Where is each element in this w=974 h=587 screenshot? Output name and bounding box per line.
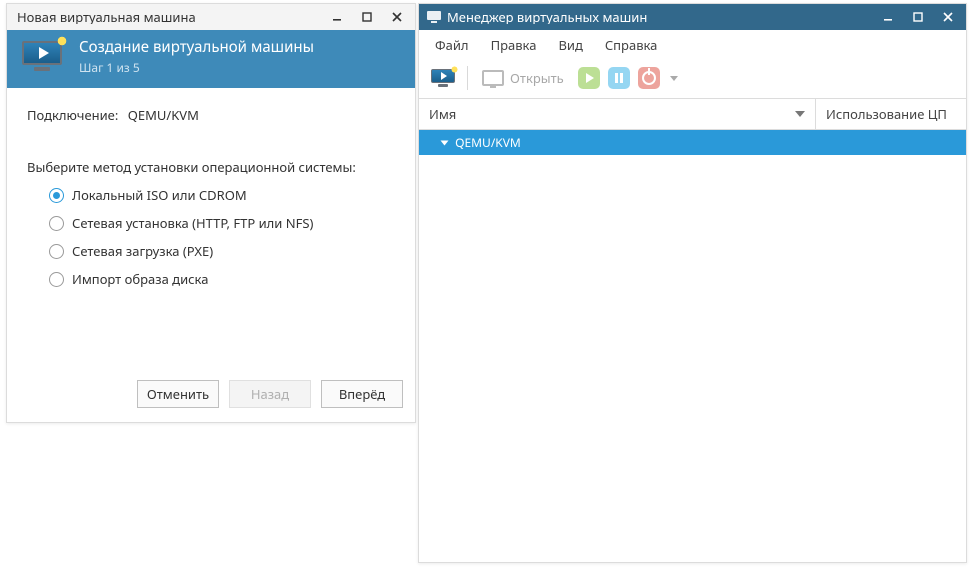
close-button[interactable] <box>383 7 411 27</box>
menu-file[interactable]: Файл <box>425 34 479 56</box>
new-vm-button[interactable] <box>427 64 459 92</box>
play-icon <box>578 67 600 89</box>
wizard-footer: Отменить Назад Вперёд <box>7 370 415 422</box>
radio-label: Сетевая установка (HTTP, FTP или NFS) <box>72 214 313 232</box>
wizard-window-title: Новая виртуальная машина <box>13 11 323 24</box>
radio-label: Сетевая загрузка (PXE) <box>72 242 213 260</box>
maximize-button[interactable] <box>904 7 932 27</box>
toolbar-separator <box>467 66 468 90</box>
forward-button-label: Вперёд <box>339 385 385 403</box>
column-cpu-label: Использование ЦП <box>826 105 947 123</box>
connection-row-qemu[interactable]: QEMU/KVM <box>419 130 966 155</box>
column-name-label: Имя <box>429 105 456 123</box>
manager-window-controls <box>874 7 962 27</box>
pause-icon <box>608 67 630 89</box>
shutdown-vm-button <box>638 64 660 92</box>
install-method-prompt: Выберите метод установки операционной си… <box>27 158 395 176</box>
install-method-radio-group: Локальный ISO или CDROM Сетевая установк… <box>27 186 395 288</box>
manager-titlebar[interactable]: Менеджер виртуальных машин <box>419 4 966 30</box>
menu-view[interactable]: Вид <box>548 34 592 56</box>
minimize-button[interactable] <box>874 7 902 27</box>
run-vm-button <box>578 64 600 92</box>
wizard-body: Подключение: QEMU/KVM Выберите метод уст… <box>7 88 415 370</box>
open-label: Открыть <box>510 69 564 87</box>
pause-vm-button <box>608 64 630 92</box>
column-header-cpu[interactable]: Использование ЦП <box>816 99 966 129</box>
radio-indicator <box>49 188 64 203</box>
menu-edit[interactable]: Правка <box>481 34 547 56</box>
monitor-off-icon <box>482 70 504 86</box>
shutdown-menu-button <box>668 64 678 92</box>
manager-toolbar: Открыть <box>419 60 966 98</box>
radio-local-iso[interactable]: Локальный ISO или CDROM <box>49 186 395 204</box>
back-button-label: Назад <box>251 385 289 403</box>
sort-indicator-icon <box>795 111 805 117</box>
virt-manager-window: Менеджер виртуальных машин Файл Правка В… <box>418 3 967 563</box>
radio-indicator <box>49 244 64 259</box>
wizard-header: Создание виртуальной машины Шаг 1 из 5 <box>7 30 415 88</box>
manager-window-title: Менеджер виртуальных машин <box>443 11 874 24</box>
column-header-name[interactable]: Имя <box>419 99 816 129</box>
maximize-button[interactable] <box>353 7 381 27</box>
wizard-heading: Создание виртуальной машины <box>79 37 314 57</box>
tree-expand-icon[interactable] <box>441 141 449 146</box>
wizard-step-text: Шаг 1 из 5 <box>79 59 314 76</box>
radio-pxe[interactable]: Сетевая загрузка (PXE) <box>49 242 395 260</box>
wizard-titlebar[interactable]: Новая виртуальная машина <box>7 4 415 30</box>
vm-table-header: Имя Использование ЦП <box>419 98 966 130</box>
cancel-button[interactable]: Отменить <box>137 380 219 408</box>
radio-label: Локальный ISO или CDROM <box>72 186 247 204</box>
open-vm-button: Открыть <box>476 64 570 92</box>
back-button: Назад <box>229 380 311 408</box>
radio-label: Импорт образа диска <box>72 270 208 288</box>
wizard-window-controls <box>323 7 411 27</box>
menu-help[interactable]: Справка <box>595 34 668 56</box>
manager-app-icon <box>425 9 443 25</box>
radio-indicator <box>49 272 64 287</box>
new-vm-wizard-window: Новая виртуальная машина Создание виртуа… <box>6 3 416 423</box>
cancel-button-label: Отменить <box>147 385 209 403</box>
chevron-down-icon <box>670 76 678 81</box>
manager-menubar: Файл Правка Вид Справка <box>419 30 966 60</box>
radio-network-install[interactable]: Сетевая установка (HTTP, FTP или NFS) <box>49 214 395 232</box>
radio-import-disk[interactable]: Импорт образа диска <box>49 270 395 288</box>
close-button[interactable] <box>934 7 962 27</box>
connection-label: Подключение: <box>27 106 118 124</box>
radio-indicator <box>49 216 64 231</box>
wizard-monitor-icon <box>19 36 65 76</box>
connection-value: QEMU/KVM <box>128 106 199 124</box>
forward-button[interactable]: Вперёд <box>321 380 403 408</box>
power-icon <box>638 67 660 89</box>
connection-row-label: QEMU/KVM <box>455 134 521 151</box>
minimize-button[interactable] <box>323 7 351 27</box>
